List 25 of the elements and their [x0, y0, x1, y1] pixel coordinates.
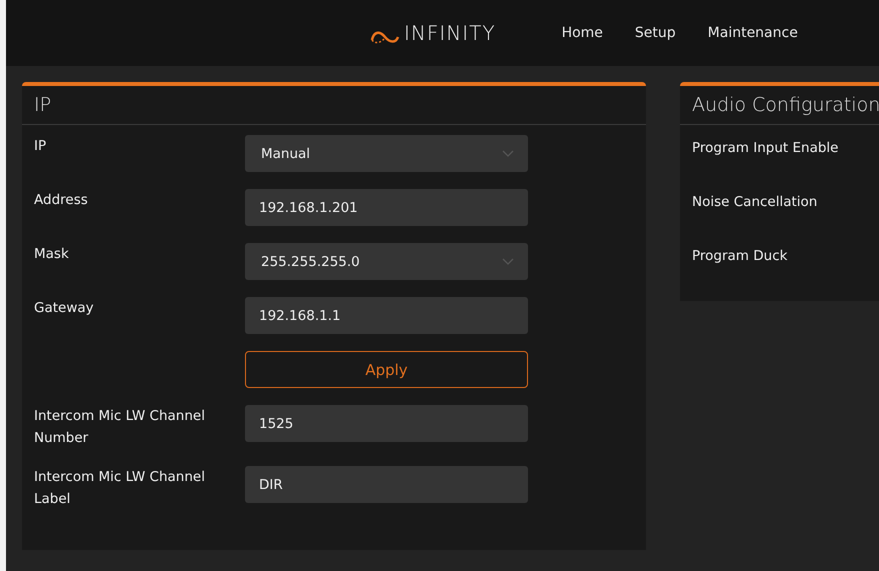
input-field[interactable]: 192.168.1.201	[245, 189, 528, 226]
field-label: Gateway	[34, 299, 95, 318]
logo-icon	[370, 29, 400, 45]
field-label: Mask	[34, 245, 70, 264]
panel-title: Audio Configuration	[680, 86, 879, 125]
brand-name: INFINITY	[404, 21, 496, 45]
setting-label: Program Duck	[692, 247, 788, 266]
select-field[interactable]: Manual	[245, 135, 528, 172]
apply-button[interactable]: Apply	[245, 351, 528, 388]
field-label: Address	[34, 191, 89, 210]
select-field[interactable]: 255.255.255.0	[245, 243, 528, 280]
input-field[interactable]: 192.168.1.1	[245, 297, 528, 334]
setting-label: Program Input Enable	[692, 139, 840, 158]
panel-title: IP	[22, 86, 646, 125]
chevron-down-icon	[502, 150, 514, 157]
nav-link[interactable]: Maintenance	[692, 0, 814, 66]
nav-link[interactable]: Home	[546, 0, 619, 66]
input-field[interactable]: 1525	[245, 405, 528, 442]
field-label: IP	[34, 137, 48, 156]
setting-label: Noise Cancellation	[692, 193, 818, 212]
input-field[interactable]: DIR	[245, 466, 528, 503]
nav-link[interactable]: Setup	[618, 0, 692, 66]
field-label: Intercom Mic LW Channel Number	[34, 407, 206, 448]
field-label: Intercom Mic LW Channel Label	[34, 468, 206, 509]
chevron-down-icon	[502, 258, 514, 265]
